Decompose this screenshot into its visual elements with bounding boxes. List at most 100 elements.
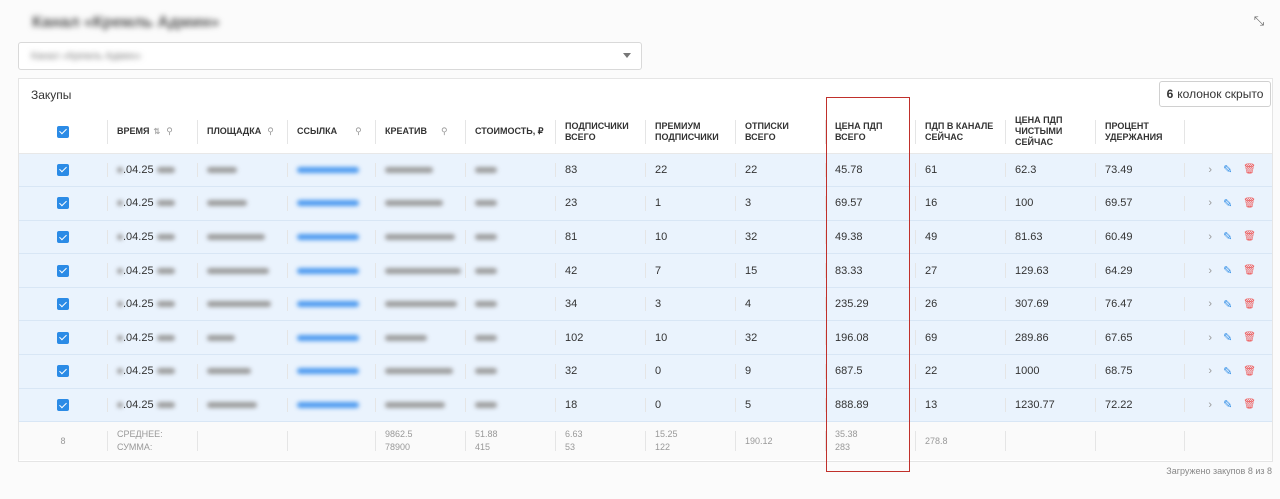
row-checkbox[interactable] <box>57 298 69 311</box>
row-checkbox[interactable] <box>57 163 69 176</box>
channel-select[interactable]: Канал «Кремль Админ» <box>18 42 642 70</box>
cell-subs: 34 <box>555 287 645 322</box>
pencil-icon[interactable]: ✎ <box>1223 163 1232 176</box>
cell-price-total: 45.78 <box>825 153 915 188</box>
footer-price-net-avg: 278.8 <box>925 435 948 446</box>
chevron-right-icon[interactable]: › <box>1208 298 1212 310</box>
cell-price-total: 235.29 <box>825 287 915 322</box>
table-row[interactable]: .04.25 34 3 4 235.29 26 307.69 76.47 › ✎ 🗑 <box>19 287 1272 322</box>
trash-icon[interactable]: 🗑 <box>1243 231 1256 242</box>
row-checkbox-cell <box>19 153 107 188</box>
cell-link[interactable] <box>287 287 375 322</box>
table-row[interactable]: .04.25 83 22 22 45.78 61 62.3 73.49 › ✎ 🗑 <box>19 153 1272 188</box>
footer-now-sum: 283 <box>835 442 851 452</box>
chevron-right-icon[interactable]: › <box>1208 265 1212 277</box>
trash-icon[interactable]: 🗑 <box>1243 265 1256 276</box>
search-icon[interactable]: ⚲ <box>166 126 173 136</box>
blurred-link <box>297 166 359 173</box>
row-checkbox-cell <box>19 253 107 288</box>
footer-unsubs: 15.25 122 <box>645 421 735 460</box>
cell-retention: 60.49 <box>1095 220 1184 255</box>
card-title: Закупы <box>31 88 72 102</box>
cell-link[interactable] <box>287 153 375 188</box>
cell-link[interactable] <box>287 253 375 288</box>
table-row[interactable]: .04.25 81 10 32 49.38 49 81.63 60.49 › ✎ 🗑 <box>19 220 1272 255</box>
blurred-day <box>117 402 123 409</box>
chevron-right-icon[interactable]: › <box>1208 231 1212 243</box>
search-icon[interactable]: ⚲ <box>355 126 362 136</box>
pencil-icon[interactable]: ✎ <box>1223 298 1232 311</box>
blurred-creative <box>385 234 455 241</box>
trash-icon[interactable]: 🗑 <box>1243 198 1256 209</box>
chevron-right-icon[interactable]: › <box>1208 197 1212 209</box>
sort-icon[interactable]: ⇅ <box>153 127 160 136</box>
cell-platform <box>197 153 287 188</box>
table-row[interactable]: .04.25 23 1 3 69.57 16 100 69.57 › ✎ 🗑 <box>19 186 1272 221</box>
hidden-columns-button[interactable]: 6 колонок скрыто <box>1159 81 1271 107</box>
row-checkbox[interactable] <box>57 331 69 344</box>
chevron-right-icon[interactable]: › <box>1208 365 1212 377</box>
cell-link[interactable] <box>287 354 375 389</box>
pencil-icon[interactable]: ✎ <box>1223 230 1232 243</box>
blurred-time <box>156 334 175 341</box>
col-unsubs-total[interactable]: Отписки всего <box>735 111 825 154</box>
pencil-icon[interactable]: ✎ <box>1223 365 1232 378</box>
cell-link[interactable] <box>287 320 375 356</box>
col-retention[interactable]: Процент удержания <box>1095 111 1184 154</box>
cell-link[interactable] <box>287 220 375 255</box>
row-checkbox[interactable] <box>57 365 69 378</box>
trash-icon[interactable]: 🗑 <box>1243 332 1256 343</box>
blurred-platform <box>207 402 257 409</box>
table-row[interactable]: .04.25 18 0 5 888.89 13 1230.77 72.22 › ✎ 🗑 <box>19 388 1272 423</box>
row-checkbox[interactable] <box>57 231 69 244</box>
cell-link[interactable] <box>287 388 375 423</box>
chevron-right-icon[interactable]: › <box>1208 332 1212 344</box>
col-platform-label: Площадка <box>207 126 262 137</box>
trash-icon[interactable]: 🗑 <box>1243 399 1256 410</box>
table-row[interactable]: .04.25 102 10 32 196.08 69 289.86 67.65 › ✎ 🗑 <box>19 320 1272 356</box>
row-checkbox[interactable] <box>57 399 69 411</box>
col-premium-subs[interactable]: Премиум подписчики <box>645 111 735 154</box>
col-subs-total[interactable]: Подписчики всего <box>555 111 645 154</box>
cell-link[interactable] <box>287 186 375 221</box>
cell-actions: › ✎ 🗑 <box>1184 388 1272 423</box>
col-cost[interactable]: Стоимость, ₽ <box>465 111 555 154</box>
cell-subs: 18 <box>555 388 645 423</box>
row-checkbox[interactable] <box>57 264 69 277</box>
blurred-creative <box>385 402 445 409</box>
col-price-net-now[interactable]: Цена ПДП чистыми сейчас <box>1005 111 1095 154</box>
cell-time: .04.25 <box>107 186 197 221</box>
table-row[interactable]: .04.25 42 7 15 83.33 27 129.63 64.29 › ✎ 🗑 <box>19 253 1272 288</box>
footer-subs-avg: 51.88 <box>475 429 498 439</box>
cell-unsubs: 9 <box>735 354 825 389</box>
chevron-right-icon[interactable]: › <box>1208 164 1212 176</box>
select-all-checkbox[interactable] <box>57 125 69 138</box>
row-checkbox[interactable] <box>57 197 69 210</box>
blurred-cost <box>475 368 497 375</box>
search-icon[interactable]: ⚲ <box>267 126 274 136</box>
pencil-icon[interactable]: ✎ <box>1223 197 1232 210</box>
cell-creative <box>375 220 465 255</box>
collapse-icon[interactable]: ⤡ <box>1248 10 1270 32</box>
col-subs-now[interactable]: ПДП в канале сейчас <box>915 111 1005 154</box>
trash-icon[interactable]: 🗑 <box>1243 299 1256 310</box>
pencil-icon[interactable]: ✎ <box>1223 398 1232 411</box>
col-link[interactable]: Ссылка ⚲ <box>287 111 375 154</box>
col-time[interactable]: Время ⇅ ⚲ <box>107 111 197 154</box>
chevron-right-icon[interactable]: › <box>1208 399 1212 411</box>
search-icon[interactable]: ⚲ <box>441 126 448 136</box>
col-price-per-sub-total[interactable]: Цена ПДП всего <box>825 111 915 154</box>
col-creative[interactable]: Креатив ⚲ <box>375 111 465 154</box>
table-row[interactable]: .04.25 32 0 9 687.5 22 1000 68.75 › ✎ 🗑 <box>19 354 1272 389</box>
blurred-link <box>297 334 359 341</box>
pencil-icon[interactable]: ✎ <box>1223 331 1232 344</box>
trash-icon[interactable]: 🗑 <box>1243 366 1256 377</box>
footer-unsubs-sum: 122 <box>655 442 671 452</box>
cell-cost <box>465 320 555 356</box>
blurred-platform <box>207 267 269 274</box>
pencil-icon[interactable]: ✎ <box>1223 264 1232 277</box>
col-platform[interactable]: Площадка ⚲ <box>197 111 287 154</box>
footer-empty <box>287 421 375 460</box>
trash-icon[interactable]: 🗑 <box>1243 164 1256 175</box>
row-checkbox-cell <box>19 354 107 389</box>
